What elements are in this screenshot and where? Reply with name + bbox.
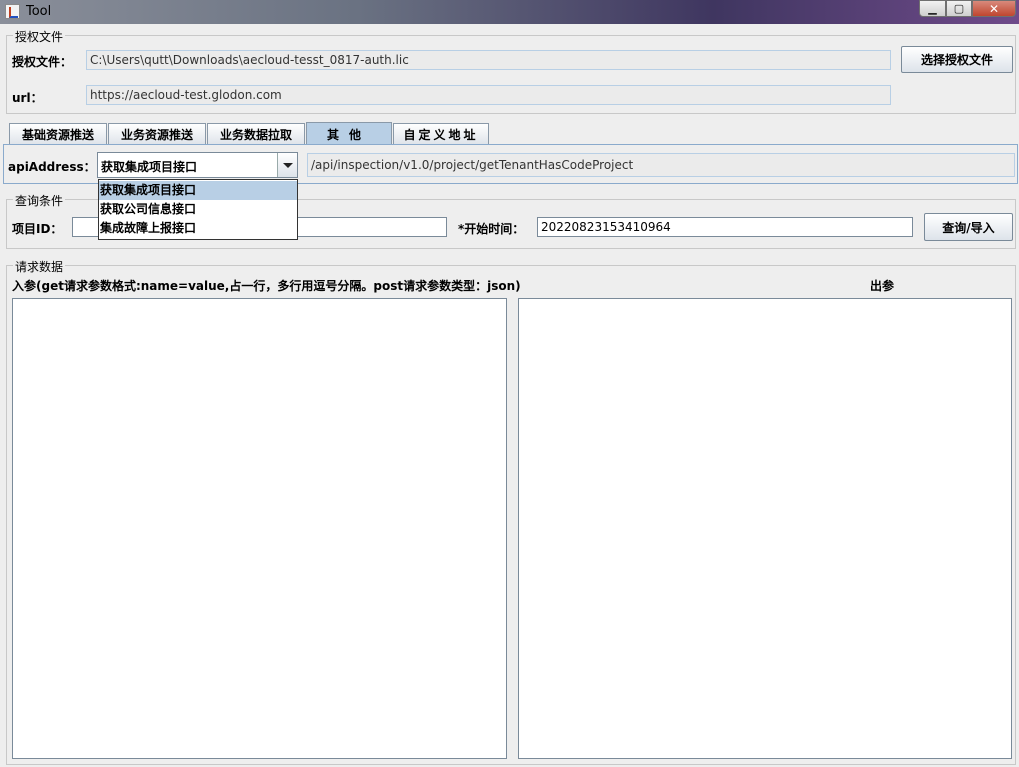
input-params-textarea[interactable] (12, 298, 507, 759)
maximize-icon: ▢ (953, 2, 965, 15)
url-field[interactable]: https://aecloud-test.glodon.com (86, 85, 891, 105)
start-time-label: *开始时间： (458, 222, 525, 236)
tab-basic-resource-push[interactable]: 基础资源推送 (9, 123, 107, 144)
tab-custom-address[interactable]: 自定义地址 (393, 123, 489, 144)
window-title: Tool (26, 4, 52, 19)
close-icon: ✕ (988, 1, 1000, 16)
tab-business-data-pull[interactable]: 业务数据拉取 (207, 123, 305, 144)
api-select-value: 获取集成项目接口 (101, 160, 198, 174)
auth-file-label: 授权文件： (12, 55, 73, 69)
api-select-dropdown[interactable]: 获取集成项目接口 (97, 152, 298, 178)
maximize-button[interactable]: ▢ (946, 0, 972, 17)
select-auth-file-button[interactable]: 选择授权文件 (901, 46, 1013, 73)
close-button[interactable]: ✕ (972, 0, 1016, 17)
auth-file-path-field[interactable]: C:\Users\qutt\Downloads\aecloud-tesst_08… (86, 50, 891, 70)
auth-group-title: 授权文件 (13, 28, 66, 45)
query-group-title: 查询条件 (13, 192, 66, 209)
chevron-down-icon[interactable] (277, 153, 297, 177)
api-option-company-info[interactable]: 获取公司信息接口 (99, 200, 297, 219)
project-id-label: 项目ID： (12, 222, 63, 236)
input-params-label: 入参(get请求参数格式:name=value,占一行，多行用逗号分隔。post… (12, 279, 521, 293)
tool-window: Tool ▁ ▢ ✕ 授权文件 授权文件： C:\Users\qutt\Down… (0, 0, 1019, 767)
tab-business-resource-push[interactable]: 业务资源推送 (108, 123, 206, 144)
api-option-fault-report[interactable]: 集成故障上报接口 (99, 219, 297, 238)
api-address-label: apiAddress： (8, 160, 96, 174)
query-import-button[interactable]: 查询/导入 (924, 213, 1013, 241)
tab-other[interactable]: 其他 (306, 122, 392, 145)
request-group-title: 请求数据 (13, 258, 66, 275)
api-address-field[interactable]: /api/inspection/v1.0/project/getTenantHa… (307, 153, 1015, 177)
java-app-icon (5, 4, 20, 19)
start-time-input[interactable]: 20220823153410964 (537, 217, 913, 237)
output-params-textarea[interactable] (518, 298, 1012, 759)
title-bar[interactable]: Tool ▁ ▢ ✕ (0, 0, 1019, 24)
api-options-popup: 获取集成项目接口 获取公司信息接口 集成故障上报接口 (98, 179, 298, 240)
api-option-integrated-project[interactable]: 获取集成项目接口 (99, 181, 297, 200)
output-params-label: 出参 (870, 279, 895, 293)
minimize-icon: ▁ (928, 2, 937, 15)
url-label: url： (12, 91, 43, 105)
minimize-button[interactable]: ▁ (919, 0, 946, 17)
